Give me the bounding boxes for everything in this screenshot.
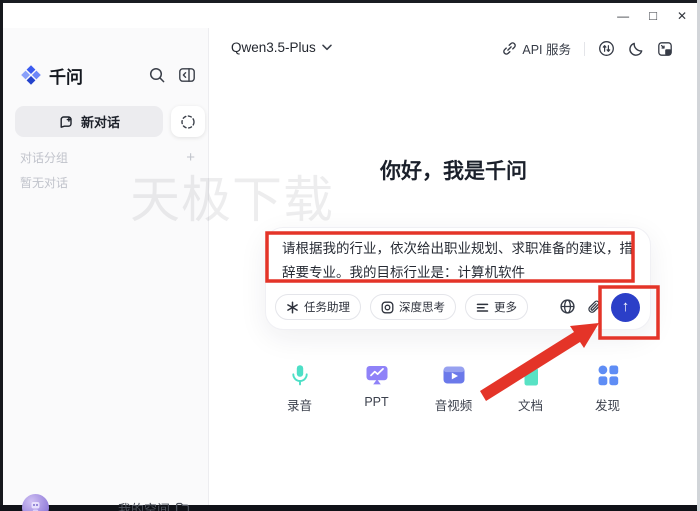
user-avatar[interactable]	[22, 494, 49, 511]
qwen-app-window: — □ ✕ 千问	[0, 0, 700, 511]
folder-icon	[175, 501, 190, 511]
send-button[interactable]: ↑	[611, 293, 640, 322]
grid-icon	[595, 362, 621, 388]
main-area: Qwen3.5-Plus API 服务	[210, 28, 697, 505]
maximize-button[interactable]: □	[649, 9, 657, 22]
title-bar: — □ ✕	[3, 3, 697, 28]
feature-document[interactable]: 文档	[499, 362, 562, 414]
prompt-line-2: 辞要专业。我的目标行业是：计算机软件	[282, 261, 638, 285]
chevron-down-icon	[322, 44, 332, 51]
dark-mode-moon-icon[interactable]	[628, 41, 644, 57]
feature-voice-record[interactable]: 录音	[268, 362, 331, 414]
deep-thinking-pill[interactable]: 深度思考	[370, 294, 456, 320]
deep-thinking-icon	[381, 301, 394, 314]
feature-label: 文档	[518, 395, 543, 414]
collapse-sidebar-icon[interactable]	[178, 66, 196, 84]
brand-name: 千问	[49, 63, 83, 88]
window-controls: — □ ✕	[617, 3, 687, 28]
feature-ppt[interactable]: PPT	[345, 362, 408, 414]
more-label: 更多	[494, 299, 517, 315]
temporary-chat-button[interactable]	[171, 106, 205, 137]
api-service-link[interactable]: API 服务	[502, 39, 571, 58]
conversation-group-row: 对话分组 +	[20, 149, 195, 166]
document-icon	[518, 362, 544, 388]
sidebar: 千问 新对话	[3, 28, 209, 505]
new-chat-button[interactable]: 新对话	[15, 106, 163, 137]
paperclip-icon[interactable]	[586, 299, 602, 315]
no-conversation-label: 暂无对话	[20, 174, 68, 191]
feature-label: 录音	[287, 395, 312, 414]
chat-plus-icon	[58, 114, 74, 130]
presentation-icon	[364, 362, 390, 388]
feature-label: PPT	[364, 395, 388, 409]
my-space-link[interactable]: 我的空间	[118, 499, 190, 511]
more-lines-icon	[476, 301, 489, 314]
task-assistant-label: 任务助理	[304, 299, 350, 315]
composer-tools	[559, 298, 602, 315]
more-pill[interactable]: 更多	[465, 294, 528, 320]
video-play-icon	[441, 362, 467, 388]
feature-audio-video[interactable]: 音视频	[422, 362, 485, 414]
feature-shortcuts: 录音 PPT	[210, 362, 697, 414]
prompt-input[interactable]: 请根据我的行业，依次给出职业规划、求职准备的建议，措 辞要专业。我的目标行业是：…	[282, 237, 638, 285]
sparkle-icon	[286, 301, 299, 314]
window-edge-bottom	[0, 505, 700, 511]
version-update-icon[interactable]	[598, 40, 615, 57]
add-group-icon[interactable]: +	[186, 150, 195, 165]
dashed-circle-icon	[180, 114, 196, 130]
qwen-logo-icon	[20, 64, 42, 86]
globe-icon[interactable]	[559, 298, 576, 315]
feature-label: 发现	[595, 395, 620, 414]
search-icon[interactable]	[148, 66, 166, 84]
composer-card: 请根据我的行业，依次给出职业规划、求职准备的建议，措 辞要专业。我的目标行业是：…	[265, 227, 651, 330]
prompt-line-1: 请根据我的行业，依次给出职业规划、求职准备的建议，措	[282, 237, 638, 261]
header-actions: API 服务	[502, 39, 673, 58]
composer-pills: 任务助理 深度思考	[275, 294, 528, 320]
microphone-icon	[287, 362, 313, 388]
new-chat-label: 新对话	[81, 112, 120, 131]
conversation-group-label: 对话分组	[20, 149, 68, 166]
link-icon	[502, 41, 517, 56]
mini-window-icon[interactable]	[657, 41, 673, 57]
send-arrow-icon: ↑	[622, 299, 630, 314]
feature-label: 音视频	[435, 395, 473, 414]
model-selector[interactable]: Qwen3.5-Plus	[231, 40, 332, 55]
close-button[interactable]: ✕	[677, 10, 687, 22]
minimize-button[interactable]: —	[617, 10, 629, 22]
task-assistant-pill[interactable]: 任务助理	[275, 294, 361, 320]
greeting-heading: 你好，我是千问	[210, 155, 697, 185]
model-name: Qwen3.5-Plus	[231, 40, 316, 55]
header-divider	[584, 42, 585, 56]
my-space-label: 我的空间	[118, 499, 170, 511]
api-service-label: API 服务	[522, 39, 571, 58]
deep-thinking-label: 深度思考	[399, 299, 445, 315]
feature-discover[interactable]: 发现	[576, 362, 639, 414]
